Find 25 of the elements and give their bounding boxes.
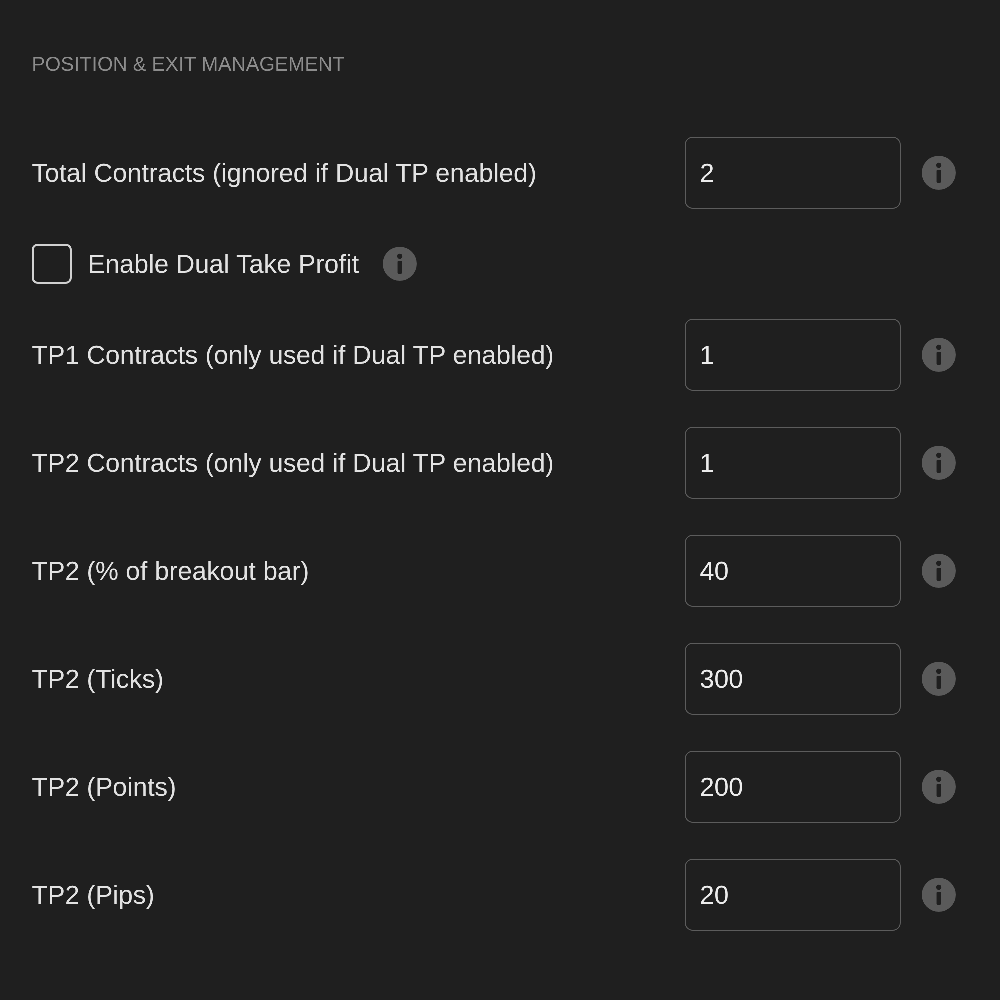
info-icon[interactable] — [922, 338, 956, 372]
field-label: TP2 Contracts (only used if Dual TP enabled) — [32, 448, 556, 478]
number-field[interactable]: 1 — [685, 319, 901, 391]
number-field[interactable]: 200 — [685, 751, 901, 823]
checkbox-label[interactable]: Enable Dual Take Profit — [88, 248, 360, 280]
field-label: TP2 (Ticks) — [32, 664, 165, 694]
info-icon[interactable] — [922, 554, 956, 588]
info-icon[interactable] — [383, 247, 418, 281]
field-label: Total Contracts (ignored if Dual TP enabled) — [32, 158, 538, 188]
section-title: POSITION & EXIT MANAGEMENT — [32, 53, 346, 78]
field-label: TP1 Contracts (only used if Dual TP enabled) — [32, 340, 556, 370]
number-field[interactable]: 300 — [685, 643, 901, 715]
number-field[interactable]: 2 — [685, 137, 901, 209]
info-icon[interactable] — [922, 770, 956, 804]
field-label: TP2 (Points) — [32, 772, 178, 802]
number-field[interactable]: 20 — [685, 859, 901, 931]
info-icon[interactable] — [922, 446, 956, 480]
field-label: TP2 (% of breakout bar) — [32, 556, 310, 586]
info-icon[interactable] — [922, 878, 956, 912]
number-field[interactable]: 1 — [685, 427, 901, 499]
info-icon[interactable] — [922, 156, 956, 190]
checkbox[interactable] — [32, 244, 72, 284]
field-label: TP2 (Pips) — [32, 880, 156, 910]
number-field[interactable]: 40 — [685, 535, 901, 607]
info-icon[interactable] — [922, 662, 956, 696]
